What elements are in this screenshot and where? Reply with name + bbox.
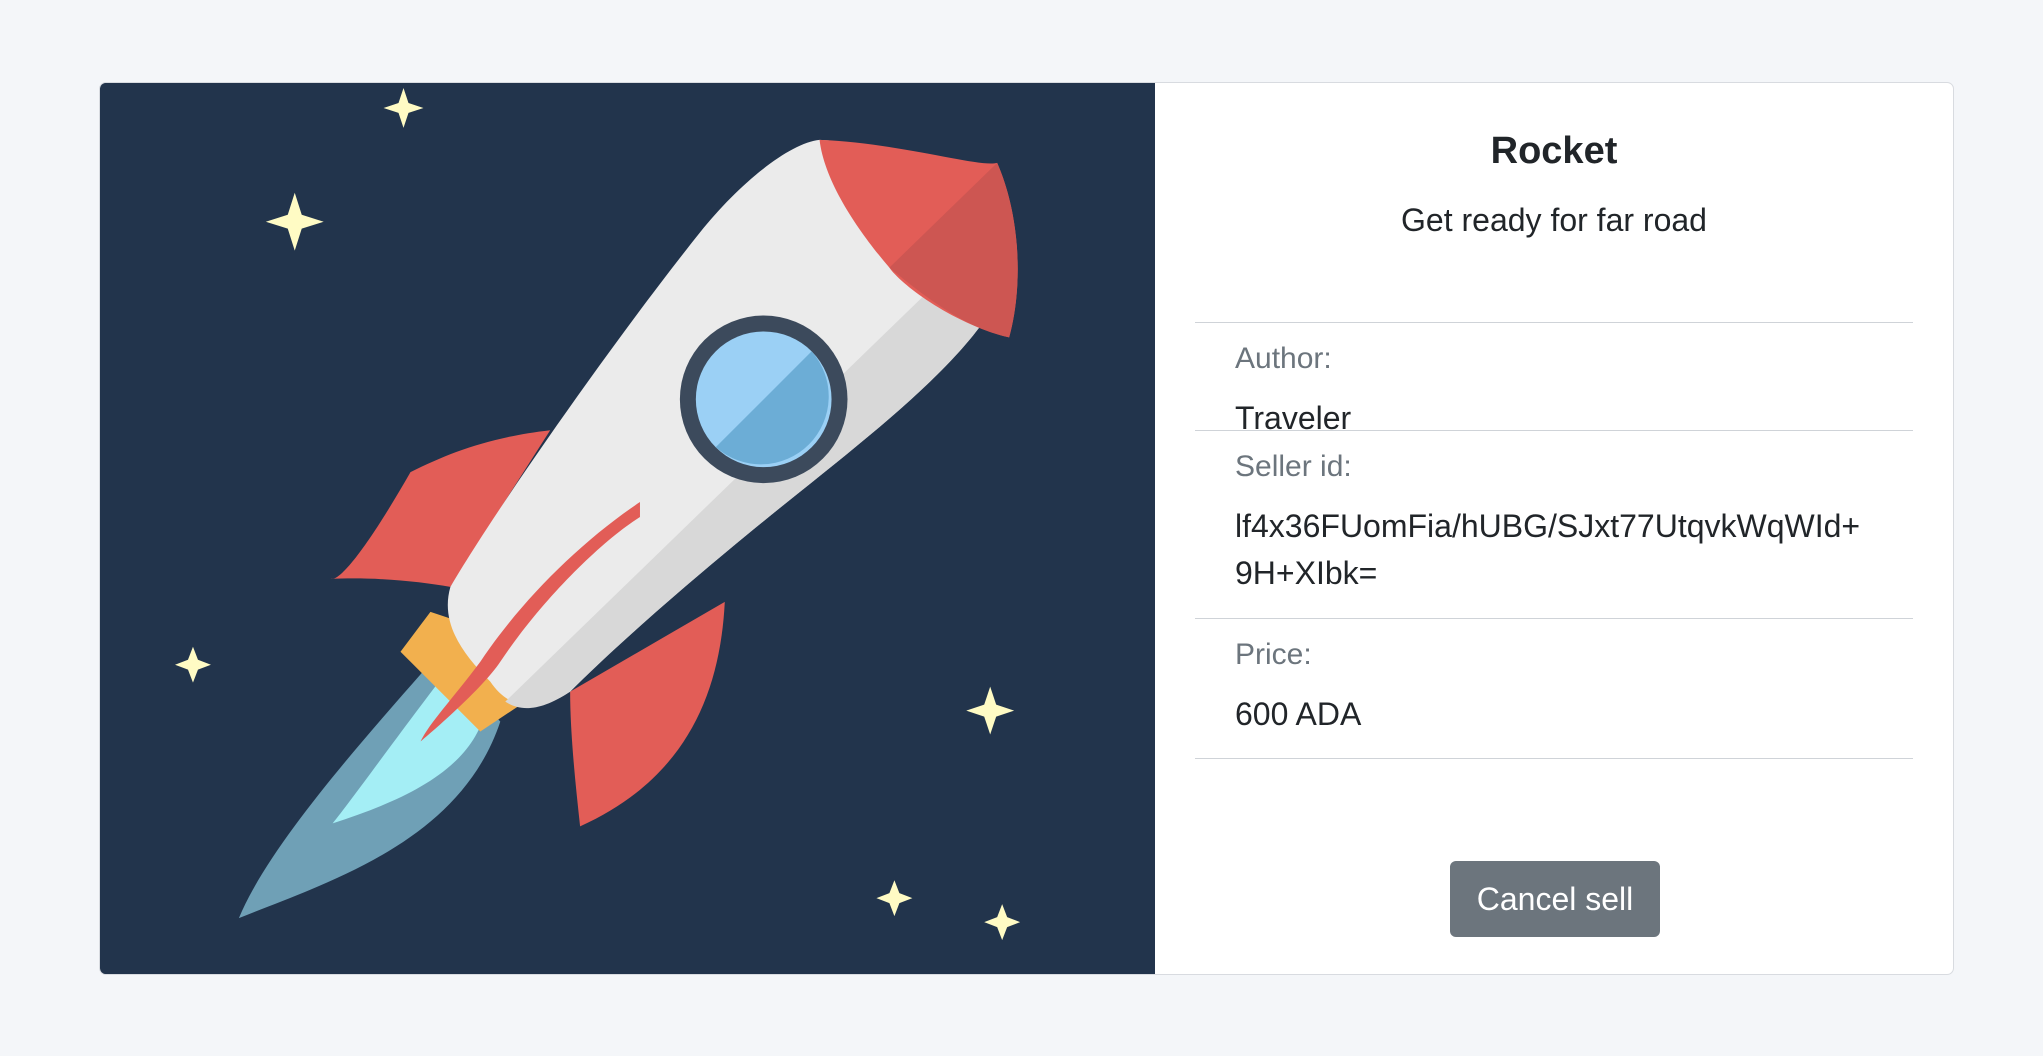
author-label: Author: <box>1235 342 1332 375</box>
rocket-illustration <box>101 83 1154 974</box>
product-info: Rocket Get ready for far road Author: Tr… <box>1155 83 1953 974</box>
product-title: Rocket <box>1490 130 1618 172</box>
list-item-price: Price: 600 ADA <box>1195 619 1913 759</box>
list-item-author: Author: Traveler <box>1195 323 1913 436</box>
price-label: Price: <box>1235 638 1312 671</box>
list-item-seller-id: Seller id: lf4x36FUomFia/hUBG/SJxt77Utqv… <box>1195 431 1913 619</box>
seller-id-value: lf4x36FUomFia/hUBG/SJxt77UtqvkWqWId+9H+X… <box>1235 508 1861 591</box>
seller-id-label: Seller id: <box>1235 450 1352 483</box>
product-image <box>100 83 1155 974</box>
price-value: 600 ADA <box>1235 696 1362 732</box>
product-subtitle: Get ready for far road <box>1401 202 1707 238</box>
product-card: Rocket Get ready for far road Author: Tr… <box>99 82 1954 975</box>
product-details-list: Author: Traveler Seller id: lf4x36FUomFi… <box>1195 322 1913 759</box>
cancel-sell-button[interactable]: Cancel sell <box>1450 861 1660 937</box>
